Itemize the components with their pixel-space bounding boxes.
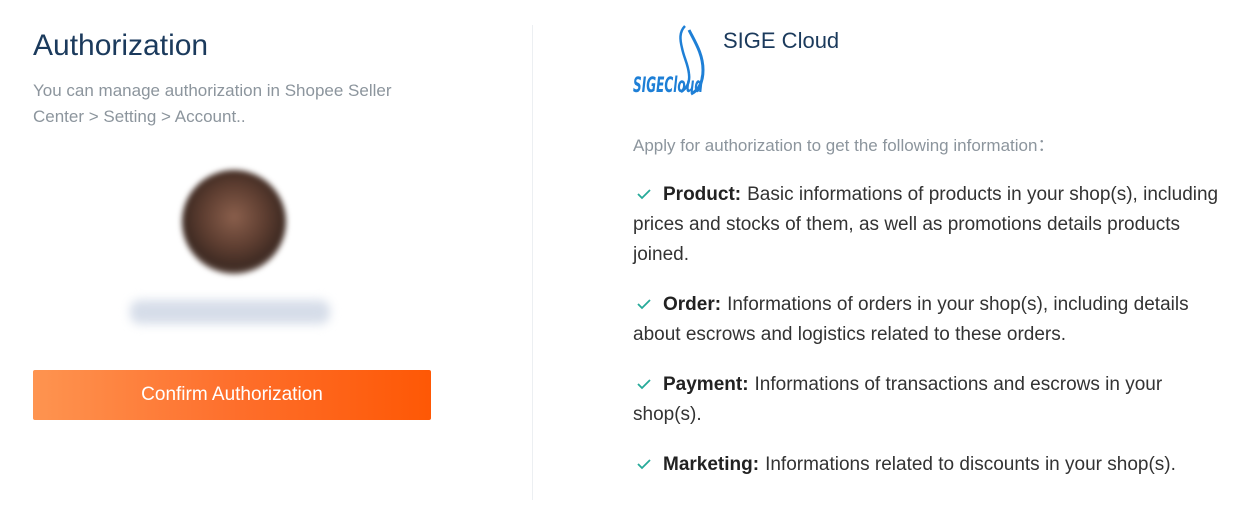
permission-item: Payment: Informations of transactions and… xyxy=(633,370,1228,430)
account-panel: Authorization You can manage authorizati… xyxy=(33,0,433,510)
permission-item: Marketing: Informations related to discou… xyxy=(633,450,1228,480)
permission-item: Product: Basic informations of products i… xyxy=(633,180,1228,270)
permission-name: Marketing xyxy=(663,454,753,476)
page-title: Authorization xyxy=(33,29,209,62)
blurred-username xyxy=(130,300,330,324)
authorization-page: Authorization You can manage authorizati… xyxy=(0,0,1238,510)
check-icon xyxy=(637,370,655,400)
check-icon xyxy=(637,180,655,210)
permission-desc: Informations related to discounts in you… xyxy=(765,454,1176,476)
check-icon xyxy=(637,290,655,320)
panel-divider xyxy=(532,25,533,500)
permission-name: Payment xyxy=(663,374,743,396)
logo-text: SIGECloud xyxy=(633,73,704,96)
confirm-authorization-button[interactable]: Confirm Authorization xyxy=(33,370,431,420)
avatar xyxy=(182,170,286,274)
manage-hint: You can manage authorization in Shopee S… xyxy=(33,81,392,126)
apply-intro: Apply for authorization to get the follo… xyxy=(633,136,1055,155)
permission-name: Order xyxy=(663,294,715,316)
sige-cloud-logo: SIGECloud xyxy=(633,22,707,97)
permission-item: Order: Informations of orders in your sho… xyxy=(633,290,1228,350)
check-icon xyxy=(637,450,655,480)
app-name: SIGE Cloud xyxy=(723,28,840,53)
app-panel: SIGECloud SIGE Cloud Apply for authoriza… xyxy=(633,0,1228,510)
permission-name: Product xyxy=(663,184,735,206)
